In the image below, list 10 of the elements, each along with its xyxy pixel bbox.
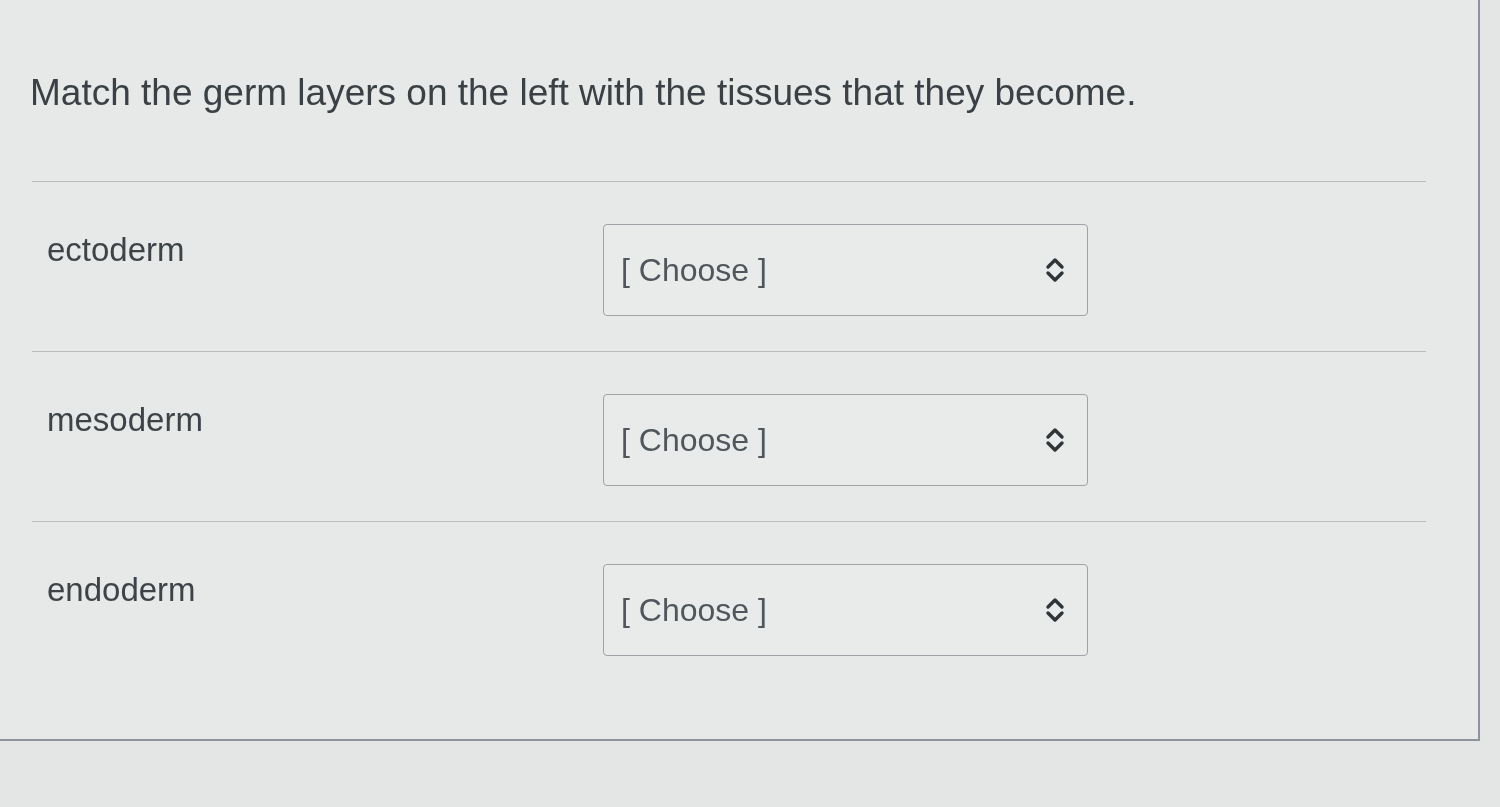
dropdown[interactable]: [ Choose ]: [603, 394, 1088, 486]
chevron-up-down-icon: [1045, 597, 1065, 623]
dropdown[interactable]: [ Choose ]: [603, 564, 1088, 656]
answer-label: ectoderm: [46, 230, 186, 270]
answer-label: endoderm: [46, 570, 197, 610]
dropdown[interactable]: [ Choose ]: [603, 224, 1088, 316]
chevron-up-down-icon: [1045, 257, 1065, 283]
answer-label: mesoderm: [46, 400, 204, 440]
chevron-up-down-icon: [1045, 427, 1065, 453]
question-text: Match the germ layers on the left with the tissues that they become.: [30, 71, 1138, 115]
